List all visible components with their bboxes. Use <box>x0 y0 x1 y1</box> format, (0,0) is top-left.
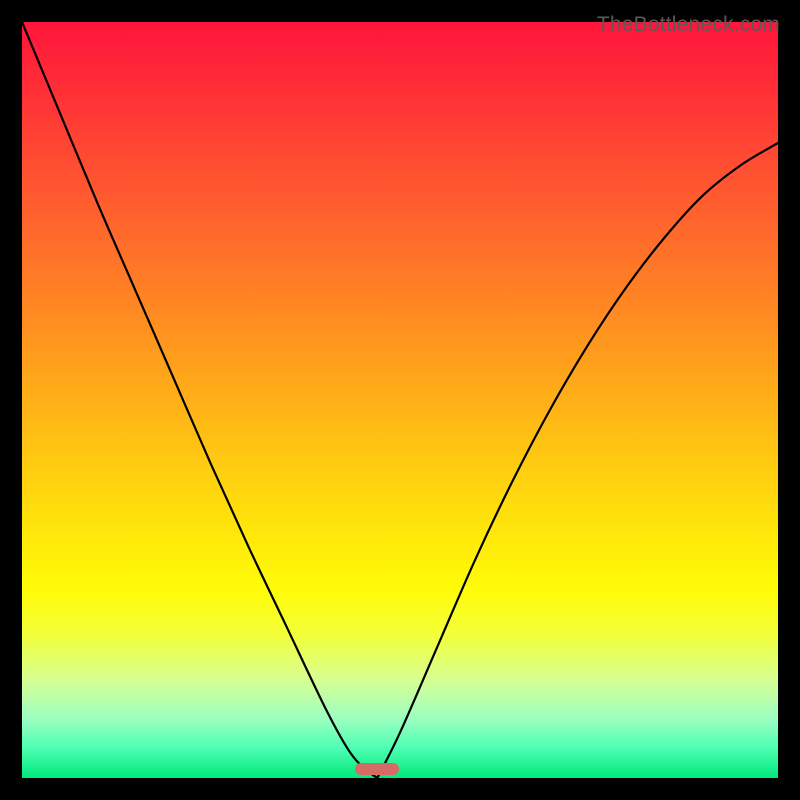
plot-area <box>22 22 778 778</box>
optimum-marker <box>355 763 399 775</box>
chart-frame: TheBottleneck.com <box>0 0 800 800</box>
curve-right-branch <box>377 143 778 778</box>
bottleneck-curves <box>22 22 778 778</box>
watermark-text: TheBottleneck.com <box>597 13 780 37</box>
curve-left-branch <box>22 22 377 778</box>
